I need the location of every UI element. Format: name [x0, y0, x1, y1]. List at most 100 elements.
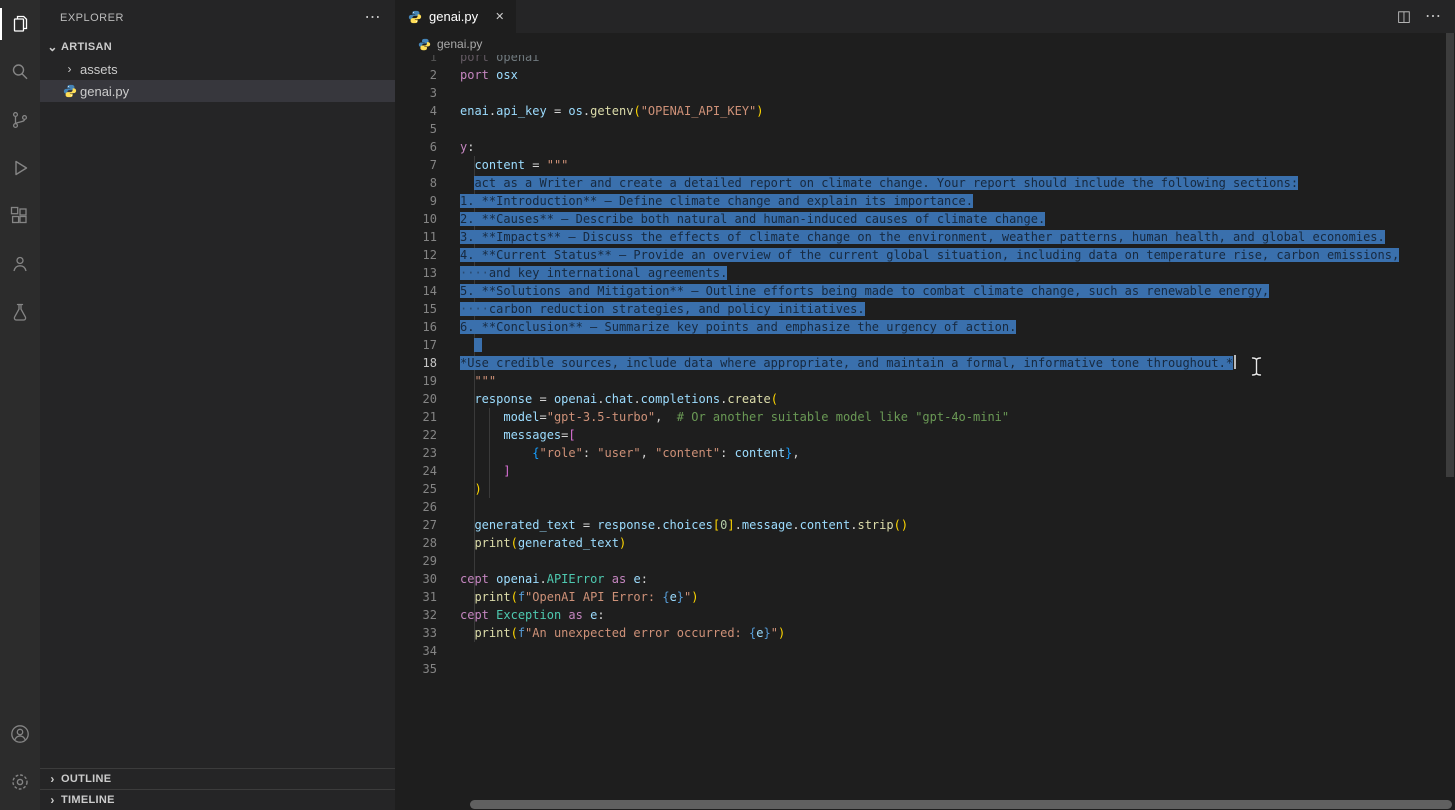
line-number[interactable]: 9: [395, 192, 437, 210]
code-line[interactable]: 18*Use credible sources, include data wh…: [395, 354, 1455, 372]
activity-extensions[interactable]: [0, 192, 40, 240]
line-number[interactable]: 32: [395, 606, 437, 624]
files-icon: [8, 12, 32, 36]
split-editor-icon[interactable]: ◫: [1397, 9, 1411, 24]
code-line[interactable]: 19 """: [395, 372, 1455, 390]
line-number[interactable]: 14: [395, 282, 437, 300]
line-number[interactable]: 6: [395, 138, 437, 156]
activity-run-debug[interactable]: [0, 144, 40, 192]
line-number[interactable]: 22: [395, 426, 437, 444]
tree-item-assets[interactable]: › assets: [40, 58, 395, 80]
code-token: .: [633, 392, 640, 406]
line-number[interactable]: 11: [395, 228, 437, 246]
line-number[interactable]: 35: [395, 660, 437, 678]
code-line[interactable]: 28 print(generated_text): [395, 534, 1455, 552]
code-line[interactable]: 35: [395, 660, 1455, 678]
code-line[interactable]: 2port osx: [395, 66, 1455, 84]
line-number[interactable]: 15: [395, 300, 437, 318]
line-number[interactable]: 4: [395, 102, 437, 120]
workspace-root[interactable]: ⌄ ARTISAN: [40, 35, 395, 58]
outline-section-header[interactable]: › OUTLINE: [40, 768, 395, 789]
code-line[interactable]: 15····carbon reduction strategies, and p…: [395, 300, 1455, 318]
code-line[interactable]: 166. **Conclusion** — Summarize key poin…: [395, 318, 1455, 336]
code-line[interactable]: 22 messages=[: [395, 426, 1455, 444]
code-line[interactable]: 26: [395, 498, 1455, 516]
code-line[interactable]: 23 {"role": "user", "content": content},: [395, 444, 1455, 462]
code-line[interactable]: 7 content = """: [395, 156, 1455, 174]
line-number[interactable]: 31: [395, 588, 437, 606]
line-number[interactable]: 19: [395, 372, 437, 390]
code-line[interactable]: 21 model="gpt-3.5-turbo", # Or another s…: [395, 408, 1455, 426]
horizontal-scrollbar[interactable]: [470, 800, 1452, 809]
line-number[interactable]: 12: [395, 246, 437, 264]
code-line[interactable]: 1port openai: [395, 55, 1455, 66]
line-number[interactable]: 23: [395, 444, 437, 462]
code-line[interactable]: 29: [395, 552, 1455, 570]
activity-source-control[interactable]: [0, 96, 40, 144]
activity-settings[interactable]: [0, 758, 40, 806]
code-line[interactable]: 8 act as a Writer and create a detailed …: [395, 174, 1455, 192]
code-line[interactable]: 5: [395, 120, 1455, 138]
breadcrumb-item-file[interactable]: genai.py: [437, 37, 482, 51]
timeline-section-header[interactable]: › TIMELINE: [40, 789, 395, 810]
tab-genai-py[interactable]: genai.py ✕: [395, 0, 516, 33]
line-number[interactable]: 26: [395, 498, 437, 516]
line-number[interactable]: 7: [395, 156, 437, 174]
line-number[interactable]: 8: [395, 174, 437, 192]
code-line[interactable]: 4 enai.api_key = os.getenv("OPENAI_API_KE…: [395, 102, 1455, 120]
activity-profile-extension[interactable]: [0, 240, 40, 288]
code-line[interactable]: 124. **Current Status** — Provide an ove…: [395, 246, 1455, 264]
line-number[interactable]: 21: [395, 408, 437, 426]
line-number[interactable]: 24: [395, 462, 437, 480]
code-line[interactable]: 13····and key international agreements.: [395, 264, 1455, 282]
line-number[interactable]: 2: [395, 66, 437, 84]
code-editor[interactable]: 1port openai2port osx34enai.api_key = os…: [395, 55, 1455, 810]
code-text: enai.api_key = os.getenv("OPENAI_API_KEY…: [460, 102, 764, 120]
close-icon[interactable]: ✕: [492, 9, 507, 24]
code-line[interactable]: 145. **Solutions and Mitigation** — Outl…: [395, 282, 1455, 300]
code-line[interactable]: 27 generated_text = response.choices[0].…: [395, 516, 1455, 534]
line-number[interactable]: 18: [395, 354, 437, 372]
line-number[interactable]: 10: [395, 210, 437, 228]
code-line[interactable]: 25 ): [395, 480, 1455, 498]
line-number[interactable]: 20: [395, 390, 437, 408]
line-number[interactable]: 34: [395, 642, 437, 660]
code-line[interactable]: 32cept Exception as e:: [395, 606, 1455, 624]
sidebar-header: EXPLORER ⋯: [40, 0, 395, 35]
code-token: e: [633, 572, 640, 586]
activity-search[interactable]: [0, 48, 40, 96]
code-line[interactable]: 31 print(f"OpenAI API Error: {e}"): [395, 588, 1455, 606]
breadcrumb[interactable]: genai.py: [395, 33, 1455, 55]
sidebar-more-actions-icon[interactable]: ⋯: [365, 10, 382, 26]
vertical-scrollbar[interactable]: [1446, 33, 1454, 477]
tree-item-genai-py[interactable]: genai.py: [40, 80, 395, 102]
code-line[interactable]: 24 ]: [395, 462, 1455, 480]
code-line[interactable]: 6y:: [395, 138, 1455, 156]
code-line[interactable]: 113. **Impacts** — Discuss the effects o…: [395, 228, 1455, 246]
code-line[interactable]: 17: [395, 336, 1455, 354]
code-line[interactable]: 30cept openai.APIError as e:: [395, 570, 1455, 588]
line-number[interactable]: 17: [395, 336, 437, 354]
line-number[interactable]: 33: [395, 624, 437, 642]
line-number[interactable]: 27: [395, 516, 437, 534]
activity-explorer[interactable]: [0, 0, 40, 48]
activity-flask-extension[interactable]: [0, 288, 40, 336]
line-number[interactable]: 3: [395, 84, 437, 102]
code-token: api_key: [496, 104, 547, 118]
code-line[interactable]: 91. **Introduction** — Define climate ch…: [395, 192, 1455, 210]
line-number[interactable]: 16: [395, 318, 437, 336]
line-number[interactable]: 25: [395, 480, 437, 498]
activity-accounts[interactable]: [0, 710, 40, 758]
line-number[interactable]: 1: [395, 55, 437, 66]
code-line[interactable]: 102. **Causes** — Describe both natural …: [395, 210, 1455, 228]
code-line[interactable]: 3: [395, 84, 1455, 102]
editor-more-actions-icon[interactable]: ⋯: [1425, 9, 1441, 25]
code-line[interactable]: 20 response = openai.chat.completions.cr…: [395, 390, 1455, 408]
line-number[interactable]: 13: [395, 264, 437, 282]
code-line[interactable]: 33 print(f"An unexpected error occurred:…: [395, 624, 1455, 642]
code-line[interactable]: 34: [395, 642, 1455, 660]
line-number[interactable]: 29: [395, 552, 437, 570]
line-number[interactable]: 28: [395, 534, 437, 552]
line-number[interactable]: 5: [395, 120, 437, 138]
line-number[interactable]: 30: [395, 570, 437, 588]
